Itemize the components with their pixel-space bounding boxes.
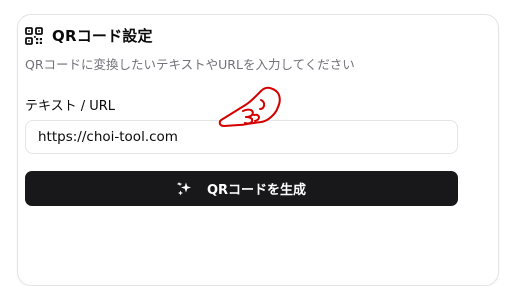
generate-qr-label: QRコードを生成 [206, 183, 307, 198]
generate-qr-button[interactable]: QRコードを生成 [25, 171, 458, 206]
card-title: QRコード設定 [52, 27, 153, 45]
pointing-hand-cursor [218, 86, 281, 127]
text-url-label: テキスト / URL [25, 99, 116, 114]
qr-code-icon [25, 26, 43, 45]
card-header: QRコード設定 [25, 25, 153, 46]
sparkle-icon [177, 181, 191, 195]
card-description: QRコードに変換したいテキストやURLを入力してください [25, 57, 355, 72]
